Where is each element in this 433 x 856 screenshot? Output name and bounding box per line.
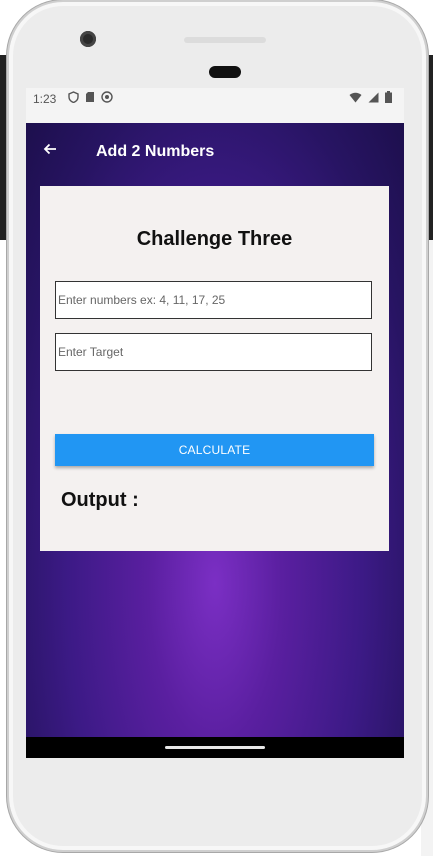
status-notification-icons (68, 91, 113, 103)
status-system-icons (349, 91, 392, 103)
home-gesture-handle[interactable] (165, 746, 265, 749)
calculate-button[interactable]: CALCULATE (55, 434, 374, 466)
app-title: Add 2 Numbers (96, 143, 215, 160)
app-notification-icon (101, 91, 113, 103)
arrow-left-icon (43, 143, 56, 155)
back-button[interactable] (38, 137, 62, 161)
status-time: 1:23 (33, 92, 57, 106)
device-screen: 1:23 Add 2 Numbers Challenge Three Enter… (26, 88, 404, 758)
numbers-field (55, 281, 372, 319)
navigation-bar (26, 737, 404, 758)
app-content: Add 2 Numbers Challenge Three CALCULATE … (26, 123, 404, 737)
sd-card-icon (86, 92, 94, 102)
app-header: Add 2 Numbers (26, 123, 404, 179)
battery-icon (385, 91, 392, 103)
wifi-icon (349, 92, 362, 102)
challenge-card: Challenge Three CALCULATE Output : (40, 186, 389, 551)
status-bar: 1:23 (26, 88, 404, 123)
challenge-title: Challenge Three (136, 228, 293, 250)
target-input[interactable] (56, 334, 371, 370)
target-field (55, 333, 372, 371)
shield-icon (68, 91, 79, 103)
signal-icon (368, 92, 379, 102)
earpiece (209, 66, 241, 78)
camera-icon (80, 31, 96, 47)
speaker-grille (184, 37, 266, 43)
numbers-input[interactable] (56, 282, 371, 318)
output-label: Output : (61, 489, 139, 511)
